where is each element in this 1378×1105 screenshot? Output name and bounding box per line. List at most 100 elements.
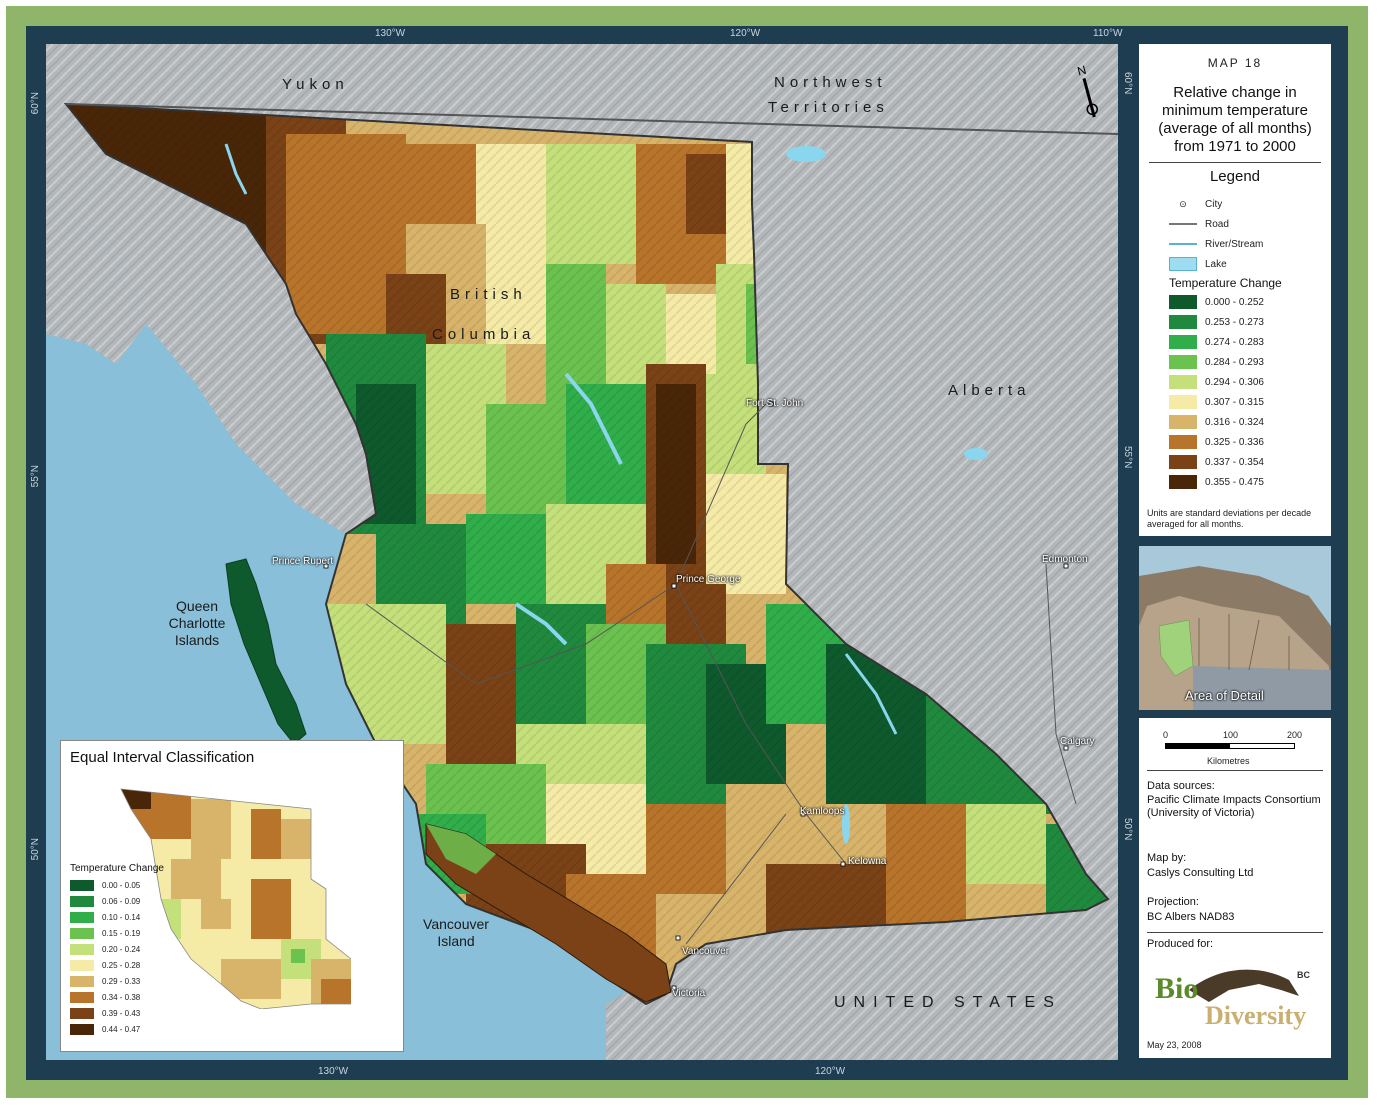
city-victoria[interactable]: Victoria <box>672 988 705 999</box>
temp-class-swatch <box>1169 335 1197 349</box>
inset-class-row: 0.20 - 0.24 <box>70 941 140 957</box>
locator-canvas <box>1139 566 1331 710</box>
graticule-left-50n: 50°N <box>30 838 41 861</box>
inset-class-label: 0.00 - 0.05 <box>102 880 141 890</box>
temp-class-swatch <box>1169 295 1197 309</box>
legend-city-label: City <box>1205 198 1223 210</box>
inset-class-label: 0.34 - 0.38 <box>102 992 141 1002</box>
city-vancouver[interactable]: Vancouver <box>682 946 729 957</box>
svg-text:BC: BC <box>1297 970 1310 980</box>
inset-map <box>120 788 351 1009</box>
inset-class-label: 0.44 - 0.47 <box>102 1024 141 1034</box>
temp-class-label: 0.316 - 0.324 <box>1205 416 1264 428</box>
city-kelowna[interactable]: Kelowna <box>848 856 886 867</box>
legend-road-label: Road <box>1205 218 1229 230</box>
inset-title: Equal Interval Classification <box>70 749 255 766</box>
temp-class-label: 0.274 - 0.283 <box>1205 336 1264 348</box>
temp-class-swatch <box>1169 435 1197 449</box>
map-title: Relative change in minimum temperature (… <box>1158 84 1312 155</box>
temp-class-row: 0.284 - 0.293 <box>1169 352 1264 372</box>
legend-heading: Legend <box>1209 168 1261 185</box>
map-by-value: Caslys Consulting Ltd <box>1147 867 1254 879</box>
temp-class-row: 0.294 - 0.306 <box>1169 372 1264 392</box>
date-label: May 23, 2008 <box>1147 1040 1202 1050</box>
data-sources-value: Pacific Climate Impacts Consortium (Univ… <box>1147 794 1321 819</box>
graticule-top-110w: 110°W <box>1093 28 1123 39</box>
graticule-top-130w: 130°W <box>375 28 406 39</box>
temp-class-swatch <box>1169 475 1197 489</box>
inset-class-row: 0.25 - 0.28 <box>70 957 140 973</box>
temp-class-list: 0.000 - 0.252 0.253 - 0.273 0.274 - 0.283 0… <box>1169 292 1264 492</box>
city-fort-st-john[interactable]: Fort St. John <box>746 398 803 409</box>
temp-class-swatch <box>1169 455 1197 469</box>
temp-class-label: 0.325 - 0.336 <box>1205 436 1264 448</box>
temp-class-swatch <box>1169 415 1197 429</box>
temp-class-label: 0.337 - 0.354 <box>1205 456 1264 468</box>
city-icon: ⊙ <box>1179 198 1187 209</box>
legend-item-river: River/Stream <box>1169 234 1263 254</box>
temp-class-swatch <box>1169 395 1197 409</box>
temp-class-swatch <box>1169 355 1197 369</box>
credits-panel: 0 100 200 Kilometres Data sources: Pacif… <box>1139 718 1331 1058</box>
legend-panel: MAP 18 Relative change in minimum temper… <box>1139 44 1331 536</box>
temp-class-row: 0.337 - 0.354 <box>1169 452 1264 472</box>
inset-class-label: 0.20 - 0.24 <box>102 944 141 954</box>
biodiversity-logo: Bio Diversity BC <box>1149 956 1313 1036</box>
city-prince-rupert[interactable]: Prince Rupert <box>272 556 333 567</box>
temp-class-row: 0.253 - 0.273 <box>1169 312 1264 332</box>
inset-class-label: 0.29 - 0.33 <box>102 976 141 986</box>
graticule-right-50n: 50°N <box>1122 818 1133 841</box>
svg-text:Diversity: Diversity <box>1205 1001 1306 1030</box>
city-edmonton[interactable]: Edmonton <box>1042 554 1088 565</box>
inset-class-row: 0.34 - 0.38 <box>70 989 140 1005</box>
temp-class-label: 0.294 - 0.306 <box>1205 376 1264 388</box>
city-prince-george[interactable]: Prince George <box>676 574 740 585</box>
legend-item-lake: Lake <box>1169 254 1263 274</box>
label-alberta: Alberta <box>948 382 1031 399</box>
inset-class-swatch <box>70 991 94 1003</box>
legend-river-label: River/Stream <box>1205 238 1264 250</box>
temp-class-label: 0.355 - 0.475 <box>1205 476 1264 488</box>
scale-tick-100: 100 <box>1223 730 1239 740</box>
label-british: British <box>450 286 527 303</box>
projection-value: BC Albers NAD83 <box>1147 911 1235 923</box>
produced-for-heading: Produced for: <box>1147 938 1214 950</box>
river-icon <box>1169 243 1197 245</box>
scale-bar <box>1165 743 1295 749</box>
temp-class-row: 0.307 - 0.315 <box>1169 392 1264 412</box>
scale-tick-200: 200 <box>1287 730 1303 740</box>
graticule-left-55n: 55°N <box>30 465 41 488</box>
inset-class-row: 0.10 - 0.14 <box>70 909 140 925</box>
inset-class-row: 0.44 - 0.47 <box>70 1021 140 1037</box>
label-queen-charlotte: Queen Charlotte Islands <box>168 598 226 648</box>
locator-map: Area of Detail <box>1139 546 1331 710</box>
inset-class-row: 0.29 - 0.33 <box>70 973 140 989</box>
label-yukon: Yukon <box>282 76 349 93</box>
inset-temp-heading: Temperature Change <box>70 863 164 874</box>
svg-text:Bio: Bio <box>1155 972 1198 1005</box>
units-note: Units are standard deviations per decade… <box>1147 508 1312 529</box>
label-united-states: UNITED STATES <box>834 994 1062 1011</box>
inset-class-swatch <box>70 895 94 907</box>
temp-class-label: 0.253 - 0.273 <box>1205 316 1264 328</box>
city-calgary[interactable]: Calgary <box>1060 736 1094 747</box>
label-columbia: Columbia <box>432 326 536 343</box>
lake-icon <box>1169 257 1197 271</box>
inset-class-swatch <box>70 975 94 987</box>
legend-item-road: Road <box>1169 214 1263 234</box>
temp-class-row: 0.355 - 0.475 <box>1169 472 1264 492</box>
graticule-right-55n: 55°N <box>1122 446 1133 469</box>
inset-class-row: 0.00 - 0.05 <box>70 877 140 893</box>
projection-heading: Projection: <box>1147 896 1199 908</box>
city-kamloops[interactable]: Kamloops <box>800 806 844 817</box>
inset-class-list: 0.00 - 0.05 0.06 - 0.09 0.10 - 0.14 0.15 - … <box>70 877 140 1037</box>
temp-class-label: 0.000 - 0.252 <box>1205 296 1264 308</box>
inset-class-swatch <box>70 1023 94 1035</box>
label-vancouver-island: Vancouver Island <box>423 916 489 949</box>
graticule-bottom-130w: 130°W <box>318 1066 349 1077</box>
temp-class-label: 0.284 - 0.293 <box>1205 356 1264 368</box>
temp-class-swatch <box>1169 315 1197 329</box>
graticule-top-120w: 120°W <box>730 28 761 39</box>
temp-class-row: 0.000 - 0.252 <box>1169 292 1264 312</box>
main-map[interactable]: N Yukon Northwest Territories British Co… <box>46 44 1118 1060</box>
